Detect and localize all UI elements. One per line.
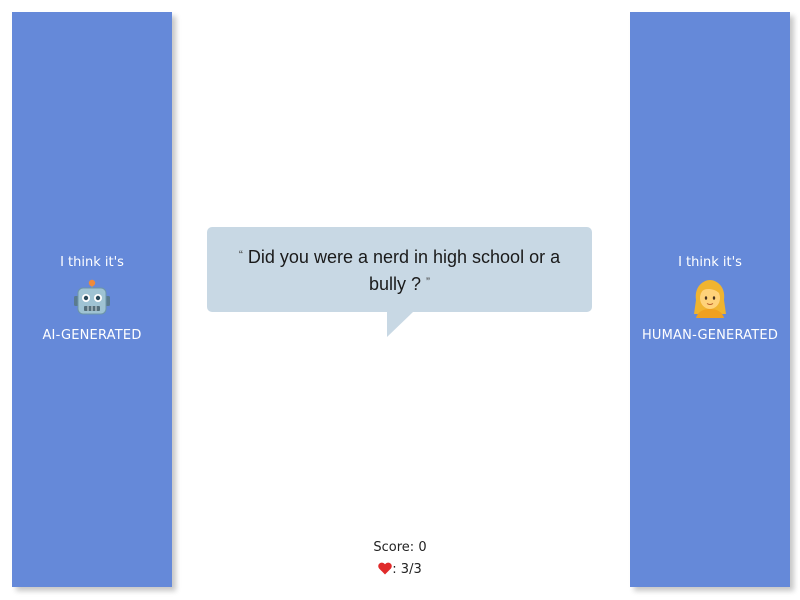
ai-generated-choice-button[interactable]: I think it's AI-GENERATED	[12, 12, 172, 587]
red-heart-icon	[378, 562, 393, 575]
score-value: 0	[418, 540, 427, 555]
ai-choice-label: AI-GENERATED	[42, 328, 142, 343]
human-generated-choice-button[interactable]: I think it's HUMAN-GENERATED	[630, 12, 790, 587]
game-stage: I think it's AI-GENERATED “ Did you were…	[0, 0, 800, 600]
question-bubble: “ Did you were a nerd in high school or …	[207, 227, 592, 312]
ai-choice-content: I think it's AI-GENERATED	[12, 254, 172, 343]
lives-text: : 3/3	[392, 562, 422, 577]
human-choice-label: HUMAN-GENERATED	[641, 328, 779, 343]
score-label: Score:	[373, 540, 415, 555]
open-quote: “	[238, 248, 243, 262]
ai-choice-prefix: I think it's	[60, 255, 124, 270]
question-text: Did you were a nerd in high school or a …	[247, 247, 561, 294]
bubble-tail	[387, 312, 413, 337]
robot-face-icon	[74, 279, 110, 315]
human-choice-prefix: I think it's	[678, 255, 742, 270]
score-display: Score: 0	[300, 540, 500, 555]
close-quote: ”	[426, 275, 431, 289]
lives-display: : 3/3	[300, 562, 500, 577]
woman-blonde-icon	[694, 280, 726, 318]
human-choice-content: I think it's HUMAN-GENERATED	[630, 254, 790, 343]
